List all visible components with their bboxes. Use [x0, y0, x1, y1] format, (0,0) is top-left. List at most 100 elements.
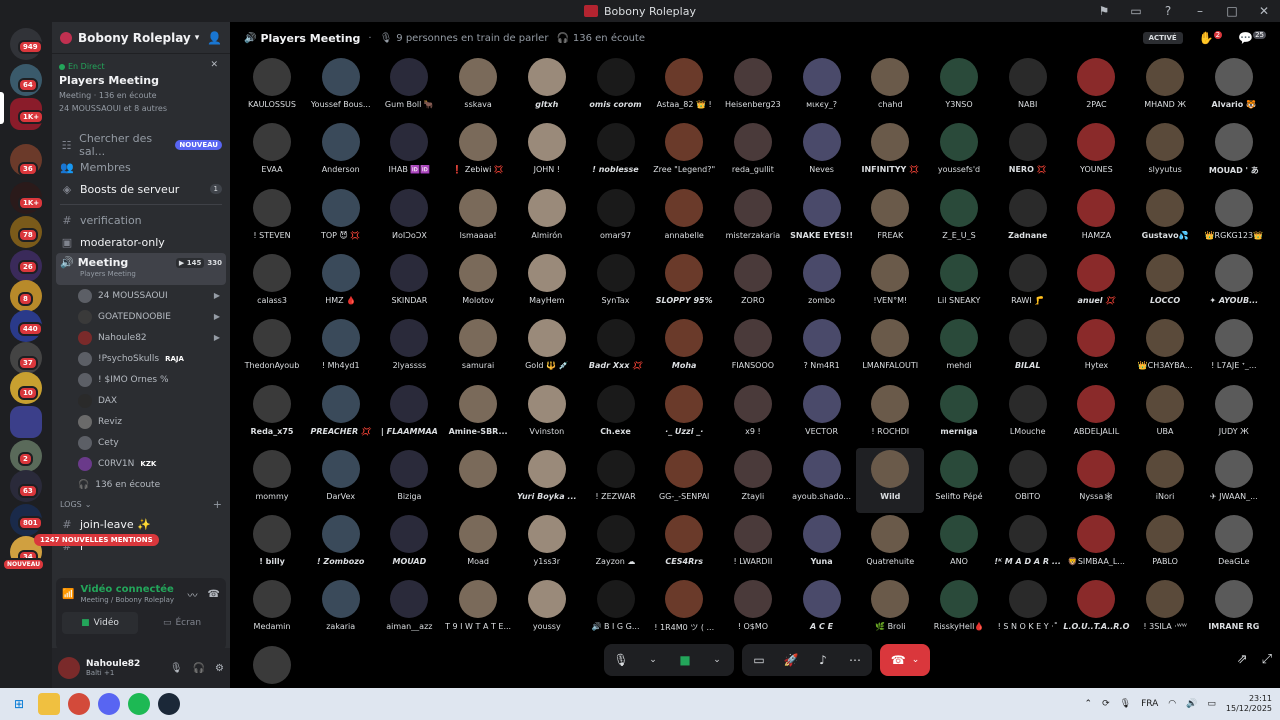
disconnect-icon[interactable]: ☎	[208, 589, 220, 600]
participant-tile[interactable]: CES4Rrs	[650, 513, 718, 578]
chevron-up-icon[interactable]: ⌃	[1085, 699, 1093, 709]
participant-tile[interactable]: 👑RGKG123👑	[1200, 187, 1268, 252]
participant-tile[interactable]: Anderson	[307, 121, 375, 186]
participant-tile[interactable]: JOHN !	[513, 121, 581, 186]
participant-tile[interactable]: | FLAAMMAA	[375, 383, 443, 448]
mentions-banner[interactable]: 1247 NOUVELLES MENTIONS	[34, 534, 159, 546]
noise-suppression-icon[interactable]: 〰	[188, 587, 198, 602]
volume-icon[interactable]: 🔊	[1186, 699, 1197, 709]
microphone-icon[interactable]: 🎙	[170, 663, 183, 674]
live-event-card[interactable]: En Direct Players Meeting Meeting · 136 …	[56, 58, 226, 130]
participant-tile[interactable]: Biziga	[375, 448, 443, 513]
participant-tile[interactable]: Almirón	[513, 187, 581, 252]
participant-tile[interactable]: FIANSOOO	[719, 317, 787, 382]
participant-tile[interactable]: misterzakaria	[719, 187, 787, 252]
participant-tile[interactable]: ayoub.shado...	[788, 448, 856, 513]
participant-tile[interactable]: RisskyHell🩸	[925, 578, 993, 643]
voice-member[interactable]: !PsychoSkulls RAJA	[52, 348, 230, 369]
participant-tile[interactable]: NABI	[994, 56, 1062, 121]
participant-tile[interactable]: UBA	[1131, 383, 1199, 448]
participant-tile[interactable]: iNori	[1131, 448, 1199, 513]
maximize-button[interactable]: □	[1216, 4, 1248, 18]
start-icon[interactable]: ⊞	[8, 693, 30, 715]
participant-tile[interactable]: ! ROCHDI	[856, 383, 924, 448]
voice-member[interactable]: DAX	[52, 390, 230, 411]
participant-tile[interactable]: Moad	[444, 513, 512, 578]
participant-tile[interactable]: merniga	[925, 383, 993, 448]
invite-icon[interactable]: 👤	[207, 31, 222, 45]
participant-tile[interactable]: Moha	[650, 317, 718, 382]
participant-tile[interactable]: Gustavo💦	[1131, 187, 1199, 252]
participant-tile[interactable]: annabelle	[650, 187, 718, 252]
steam-icon[interactable]	[158, 693, 180, 715]
participant-tile[interactable]: ✦ AYOUB...	[1200, 252, 1268, 317]
participant-tile[interactable]: y1ss3r	[513, 513, 581, 578]
participant-tile[interactable]: !VEN°M!	[856, 252, 924, 317]
participant-tile[interactable]: LOCCO	[1131, 252, 1199, 317]
file-explorer-icon[interactable]	[38, 693, 60, 715]
participant-tile[interactable]: Quatrehuite	[856, 513, 924, 578]
participant-tile[interactable]: ! STEVEN	[238, 187, 306, 252]
participant-tile[interactable]: Z_E_U_S	[925, 187, 993, 252]
minimize-button[interactable]: –	[1184, 4, 1216, 18]
participant-tile[interactable]: RAWI 🦵	[994, 252, 1062, 317]
chevron-down-icon[interactable]: ⌄	[642, 655, 664, 665]
participant-tile[interactable]: IHAB 🆔🆔	[375, 121, 443, 186]
channel-join-leave[interactable]: # join-leave ✨	[52, 513, 230, 535]
participant-tile[interactable]: JUDY Ж	[1200, 383, 1268, 448]
participant-tile[interactable]: BILAL	[994, 317, 1062, 382]
add-channel-icon[interactable]: +	[213, 498, 222, 511]
participant-tile[interactable]: Heisenberg23	[719, 56, 787, 121]
participant-tile[interactable]: Astaa_82 👑 !	[650, 56, 718, 121]
participant-tile[interactable]: Gold 🔱 💉	[513, 317, 581, 382]
participant-tile[interactable]: calass3	[238, 252, 306, 317]
video-button[interactable]: ■ Vidéo	[62, 612, 138, 634]
participant-tile[interactable]: MHAND Ж	[1131, 56, 1199, 121]
participant-tile[interactable]: FREAK	[856, 187, 924, 252]
voice-member[interactable]: Nahoule82 ▶	[52, 327, 230, 348]
discord-icon[interactable]	[98, 693, 120, 715]
headphones-icon[interactable]: 🎧	[193, 663, 205, 674]
participant-tile[interactable]: Badr Xxx 💢	[582, 317, 650, 382]
participant-tile[interactable]: chahd	[856, 56, 924, 121]
participant-tile[interactable]: OBITO	[994, 448, 1062, 513]
popout-icon[interactable]: ⇗	[1237, 652, 1248, 667]
participant-tile[interactable]: mehdi	[925, 317, 993, 382]
clock[interactable]: 23:11 15/12/2025	[1226, 694, 1272, 714]
participant-tile[interactable]: 🔊 B I G G...	[582, 578, 650, 643]
chat-icon[interactable]: 💬 25	[1238, 31, 1266, 45]
participant-tile[interactable]: omar97	[582, 187, 650, 252]
participant-tile[interactable]: SLOPPY 95%	[650, 252, 718, 317]
participant-tile[interactable]: Zayzon ☁	[582, 513, 650, 578]
participant-tile[interactable]: anuel 💢	[1062, 252, 1130, 317]
participant-tile[interactable]: 🦁SIMBAA_L...	[1062, 513, 1130, 578]
participant-tile[interactable]: ! O$MO	[719, 578, 787, 643]
participant-tile[interactable]: SKINDAR	[375, 252, 443, 317]
participant-tile[interactable]: sskava	[444, 56, 512, 121]
camera-icon[interactable]: ■	[674, 653, 696, 667]
participant-tile[interactable]: Vvinston	[513, 383, 581, 448]
screen-share-button[interactable]: ▭ Écran	[144, 612, 220, 634]
participant-tile[interactable]: SynTax	[582, 252, 650, 317]
activity-icon[interactable]: 🚀	[780, 653, 802, 667]
language-indicator[interactable]: FRA	[1141, 699, 1158, 709]
participant-tile[interactable]: ABDELJALIL	[1062, 383, 1130, 448]
participant-tile[interactable]: zombo	[788, 252, 856, 317]
participant-tile[interactable]: HMZ 🩸	[307, 252, 375, 317]
active-badge[interactable]: ACTIVÉ	[1142, 32, 1183, 44]
participant-tile[interactable]: Reda_x75	[238, 383, 306, 448]
voice-member[interactable]: Cety	[52, 432, 230, 453]
screen-share-icon[interactable]: ▭	[1120, 4, 1152, 18]
participant-tile[interactable]: ИoIƆoƆX	[375, 187, 443, 252]
participant-tile[interactable]: ! Mh4yd1	[307, 317, 375, 382]
spotify-icon[interactable]	[128, 693, 150, 715]
leave-call-button[interactable]: ☎ ⌄	[880, 644, 930, 676]
microphone-icon[interactable]: 🎙	[1120, 699, 1131, 709]
participant-tile[interactable]: PABLO	[1131, 513, 1199, 578]
participant-tile[interactable]: NERO 💢	[994, 121, 1062, 186]
participant-tile[interactable]: Selifto Pépé	[925, 448, 993, 513]
voice-member[interactable]: 24 MOUSSAOUI ▶	[52, 285, 230, 306]
help-icon[interactable]: ?	[1152, 4, 1184, 18]
server-header[interactable]: Bobony Roleplay ▾ 👤	[52, 22, 230, 54]
participant-tile[interactable]: ANO	[925, 513, 993, 578]
